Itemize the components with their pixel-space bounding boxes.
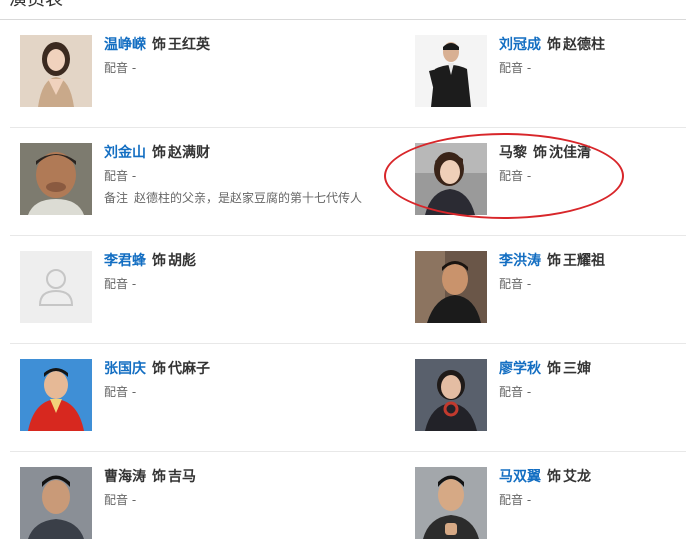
actor-photo[interactable] (20, 359, 92, 431)
voice-value: - (131, 493, 137, 507)
cast-entry: 温峥嵘饰王红英 配音 - (20, 35, 320, 107)
actor-name-link[interactable]: 李君蜂 (104, 253, 146, 269)
cast-entry: 马双翼饰艾龙 配音 - (415, 467, 686, 539)
voice-label: 配音 (104, 385, 129, 399)
voice-value: - (131, 61, 137, 75)
voice-value: - (131, 169, 137, 183)
role-separator: 饰 (547, 37, 561, 53)
voice-label: 配音 (499, 493, 524, 507)
role-name: 艾龙 (563, 469, 591, 485)
cast-entry: 曹海涛饰吉马 配音 - (20, 467, 320, 539)
voice-value: - (526, 385, 532, 399)
user-icon (20, 251, 92, 323)
actor-name-link[interactable]: 刘金山 (104, 145, 146, 161)
actor-name-link[interactable]: 张国庆 (104, 361, 146, 377)
note-label: 备注 (104, 191, 129, 205)
cast-entry: 李洪涛饰王耀祖 配音 - (415, 251, 686, 323)
note-value: 赵德柱的父亲，是赵家豆腐的第十七代传人 (134, 191, 363, 205)
actor-name: 曹海涛 (104, 469, 146, 485)
cast-entry: 廖学秋饰三婶 配音 - (415, 359, 686, 431)
row-divider (10, 451, 686, 452)
role-name: 王红英 (168, 37, 210, 53)
row-divider (10, 343, 686, 344)
row-divider (10, 235, 686, 236)
voice-label: 配音 (499, 61, 524, 75)
role-name: 赵德柱 (563, 37, 605, 53)
cast-entry: 刘冠成饰赵德柱 配音 - (415, 35, 686, 107)
role-name: 吉马 (168, 469, 196, 485)
actor-name-link[interactable]: 李洪涛 (499, 253, 541, 269)
actor-photo[interactable] (20, 467, 92, 539)
cast-entry: 李君蜂饰胡彪 配音 - (20, 251, 320, 323)
role-name: 三婶 (563, 361, 591, 377)
section-divider (0, 19, 686, 20)
actor-name-link[interactable]: 刘冠成 (499, 37, 541, 53)
cast-entry: 张国庆饰代麻子 配音 - (20, 359, 320, 431)
actor-photo[interactable] (415, 359, 487, 431)
role-name: 胡彪 (168, 253, 196, 269)
role-name: 王耀祖 (563, 253, 605, 269)
role-separator: 饰 (547, 253, 561, 269)
actor-name-link[interactable]: 马双翼 (499, 469, 541, 485)
actor-photo[interactable] (20, 35, 92, 107)
voice-value: - (131, 277, 137, 291)
role-separator: 饰 (547, 469, 561, 485)
section-title: 演员表 (9, 0, 63, 12)
voice-label: 配音 (499, 277, 524, 291)
role-name: 赵满财 (168, 145, 210, 161)
voice-label: 配音 (499, 385, 524, 399)
row-divider (10, 127, 686, 128)
voice-label: 配音 (104, 277, 129, 291)
role-separator: 饰 (152, 469, 166, 485)
actor-name-link[interactable]: 温峥嵘 (104, 37, 146, 53)
actor-photo[interactable] (415, 35, 487, 107)
role-name: 代麻子 (168, 361, 210, 377)
default-avatar-placeholder[interactable] (20, 251, 92, 323)
actor-photo[interactable] (20, 143, 92, 215)
voice-value: - (131, 385, 137, 399)
role-separator: 饰 (547, 361, 561, 377)
red-circle-annotation (384, 133, 624, 219)
role-separator: 饰 (152, 361, 166, 377)
voice-label: 配音 (104, 493, 129, 507)
actor-name-link[interactable]: 廖学秋 (499, 361, 541, 377)
role-separator: 饰 (152, 145, 166, 161)
actor-photo[interactable] (415, 251, 487, 323)
voice-label: 配音 (104, 169, 129, 183)
cast-entry: 刘金山饰赵满财 配音 - 备注 赵德柱的父亲，是赵家豆腐的第十七代传人 (20, 143, 362, 215)
actor-photo[interactable] (415, 467, 487, 539)
voice-value: - (526, 61, 532, 75)
voice-label: 配音 (104, 61, 129, 75)
voice-value: - (526, 277, 532, 291)
voice-value: - (526, 493, 532, 507)
role-separator: 饰 (152, 253, 166, 269)
role-separator: 饰 (152, 37, 166, 53)
